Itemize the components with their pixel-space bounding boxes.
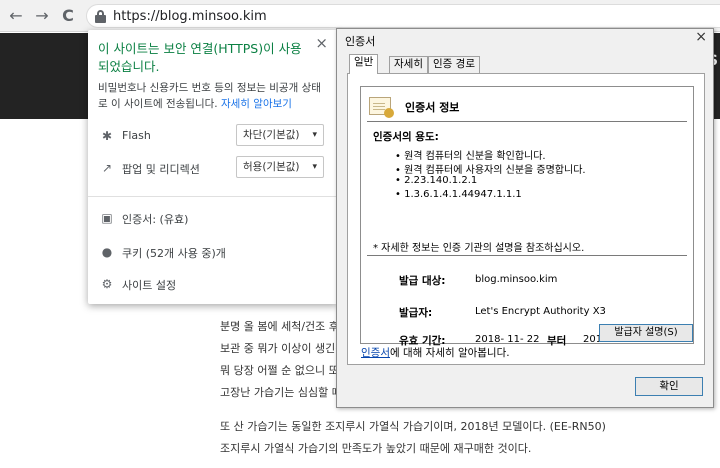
paragraph-line: 조지루시 가열식 가습기의 만족도가 높았기 때문에 재구매한 것이다. xyxy=(220,442,532,455)
site-settings-label: 사이트 설정 xyxy=(122,279,177,292)
paragraph-line: 또 산 가습기는 동일한 조지루시 가열식 가습기이며, 2018년 모델이다.… xyxy=(220,420,606,433)
certificate-icon xyxy=(369,97,394,118)
back-button[interactable]: ← xyxy=(6,6,26,26)
certificate-icon: ▣ xyxy=(101,211,113,225)
purpose-item: • 2.23.140.1.2.1 xyxy=(395,175,478,186)
issued-to-value: blog.minsoo.kim xyxy=(475,274,558,285)
issued-to-label: 발급 대상: xyxy=(399,275,446,287)
gear-icon: ⚙ xyxy=(101,277,113,291)
address-bar[interactable]: https://blog.minsoo.kim xyxy=(86,4,720,28)
flash-select-value: 차단(기본값) xyxy=(243,129,300,141)
dialog-title: 인증서 xyxy=(345,35,376,48)
learn-about-certificates: 인증서에 대해 자세히 알아봅니다. xyxy=(361,345,510,360)
reload-button[interactable]: C xyxy=(58,6,78,26)
certificates-link[interactable]: 인증서 xyxy=(361,347,390,359)
close-icon[interactable]: × xyxy=(315,34,328,52)
certificate-info-box: 인증서 정보 인증서의 용도: • 원격 컴퓨터의 신분을 확인합니다. • 원… xyxy=(360,86,694,347)
issuer-statement-button[interactable]: 발급자 설명(S) xyxy=(599,324,693,342)
certificate-link[interactable]: ▣ 인증서: (유효) xyxy=(98,206,328,230)
certificate-dialog: 인증서 × 일반 자세히 인증 경로 인증서 정보 인증서의 용도: • 원격 … xyxy=(336,28,714,408)
issued-by-label: 발급자: xyxy=(399,307,433,319)
cert-note: * 자세한 정보는 인증 기관의 설명을 참조하십시오. xyxy=(373,243,585,254)
forward-button[interactable]: → xyxy=(32,6,52,26)
divider xyxy=(367,255,687,256)
close-icon[interactable]: × xyxy=(695,29,707,45)
url-text[interactable]: https://blog.minsoo.kim xyxy=(113,9,267,24)
validity-to-word: 부터 xyxy=(547,335,567,347)
site-info-popup: 이 사이트는 보안 연결(HTTPS)이 사용되었습니다. × 비밀번호나 신용… xyxy=(88,30,338,304)
paragraph-line: 분명 올 봄에 세척/건조 후 xyxy=(220,320,339,333)
paragraph-line: 보관 중 뭐가 이상이 생긴건 xyxy=(220,342,346,355)
popups-select-value: 허용(기본값) xyxy=(243,161,300,173)
caret-down-icon: ▾ xyxy=(312,162,317,172)
popups-select[interactable]: 허용(기본값) ▾ xyxy=(236,156,324,178)
lock-icon[interactable] xyxy=(95,10,106,23)
cookie-icon: ● xyxy=(101,245,113,259)
tab-certification-path[interactable]: 인증 경로 xyxy=(428,56,480,73)
cookies-link[interactable]: ● 쿠키 (52개 사용 중)개 xyxy=(98,240,328,264)
certificate-label: 인증서: (유효) xyxy=(122,213,189,226)
general-tab-panel: 인증서 정보 인증서의 용도: • 원격 컴퓨터의 신분을 확인합니다. • 원… xyxy=(347,73,705,365)
ok-button[interactable]: 확인 xyxy=(635,377,703,396)
purpose-item: • 원격 컴퓨터에 사용자의 신분을 증명합니다. xyxy=(395,165,586,176)
purpose-title: 인증서의 용도: xyxy=(373,131,439,143)
flash-select[interactable]: 차단(기본값) ▾ xyxy=(236,124,324,146)
permission-flash: ✱ Flash 차단(기본값) ▾ xyxy=(98,124,328,148)
permission-label: Flash xyxy=(122,129,151,142)
popup-secure-title: 이 사이트는 보안 연결(HTTPS)이 사용되었습니다. xyxy=(98,41,302,74)
paragraph-line: 고장난 가습기는 심심할 때 xyxy=(220,386,342,399)
tab-general[interactable]: 일반 xyxy=(349,54,379,74)
learn-more-link[interactable]: 자세히 알아보기 xyxy=(221,98,292,110)
learn-about-text: 에 대해 자세히 알아봅니다. xyxy=(389,347,510,359)
purpose-item: • 원격 컴퓨터의 신분을 확인합니다. xyxy=(395,151,546,162)
paragraph-line: 뭐 당장 어쩔 순 없으니 또 xyxy=(220,364,339,377)
issued-by-value: Let's Encrypt Authority X3 xyxy=(475,306,606,317)
divider xyxy=(367,121,687,122)
purpose-item: • 1.3.6.1.4.1.44947.1.1.1 xyxy=(395,189,522,200)
permission-label: 팝업 및 리디렉션 xyxy=(122,163,200,176)
tab-details[interactable]: 자세히 xyxy=(389,56,428,73)
permission-popups: ↗ 팝업 및 리디렉션 허용(기본값) ▾ xyxy=(98,156,328,180)
site-settings-link[interactable]: ⚙ 사이트 설정 xyxy=(98,272,328,296)
popup-divider xyxy=(88,196,338,197)
valid-from-value: 2018- 11- 22 xyxy=(475,334,540,345)
popup-description: 비밀번호나 신용카드 번호 등의 정보는 비공개 상태로 이 사이트에 전송됩니… xyxy=(98,80,328,112)
caret-down-icon: ▾ xyxy=(312,130,317,140)
popup-icon: ↗ xyxy=(101,161,113,175)
puzzle-icon: ✱ xyxy=(101,129,113,143)
cert-info-heading: 인증서 정보 xyxy=(405,101,460,114)
cookies-label: 쿠키 (52개 사용 중)개 xyxy=(122,247,226,260)
